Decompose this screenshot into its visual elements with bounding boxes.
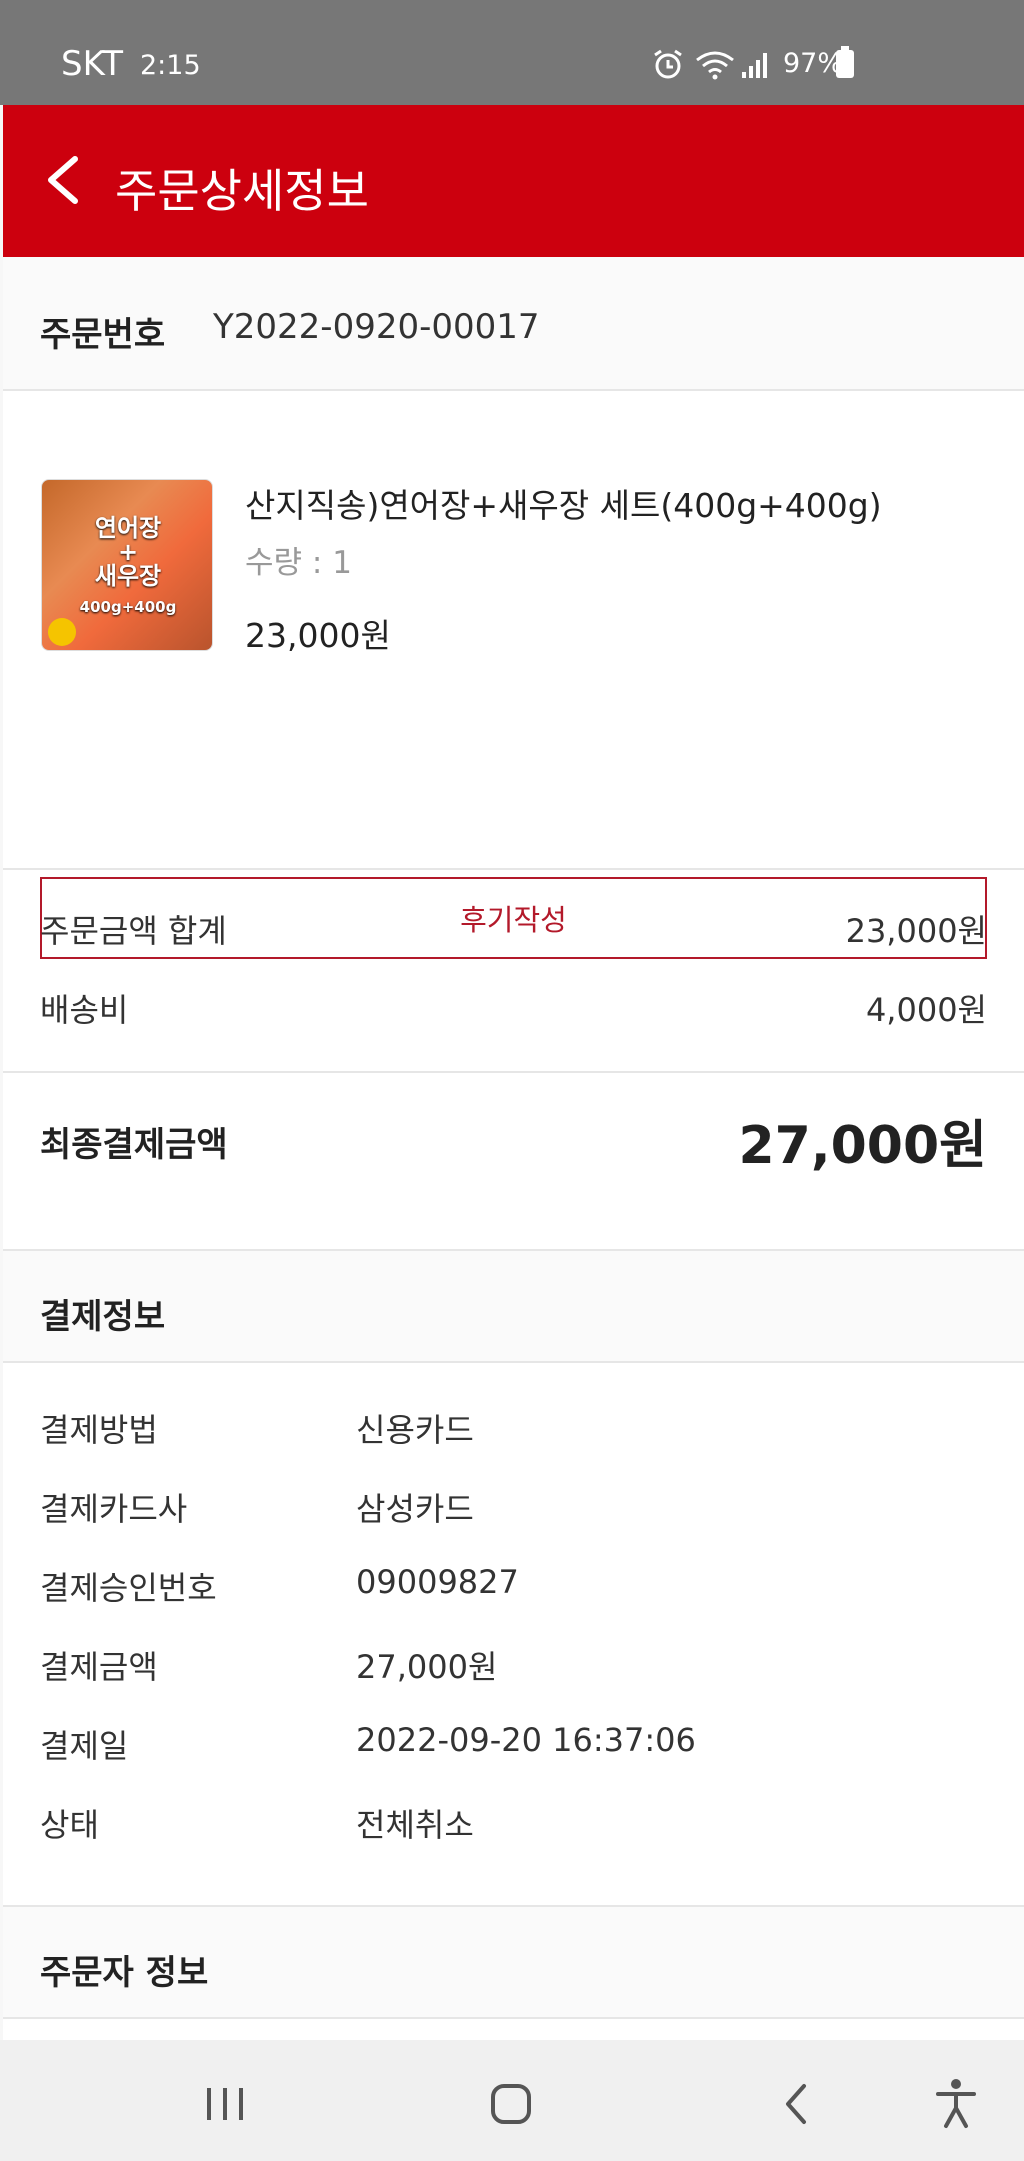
shipping-value: 4,000원 <box>865 991 987 1029</box>
amount-summary: 주문금액 합계 23,000원 배송비 4,000원 <box>3 870 1024 1073</box>
shipping-label: 배송비 <box>40 991 129 1029</box>
product-price: 23,000원 <box>245 616 391 655</box>
card-company-label: 결제카드사 <box>40 1490 188 1528</box>
orderer-info-header: 주문자 정보 <box>3 1907 1024 2019</box>
approval-number-value: 09009827 <box>356 1563 519 1601</box>
home-icon[interactable] <box>481 2074 541 2134</box>
payment-method-value: 신용카드 <box>356 1411 474 1449</box>
back-arrow-icon[interactable] <box>39 155 89 205</box>
thumbnail-weight: 400g+400g <box>79 598 177 616</box>
accessibility-icon[interactable] <box>926 2074 986 2134</box>
wifi-icon <box>696 51 734 80</box>
order-detail-content[interactable]: 주문번호 Y2022-0920-00017 연어장 + 새우장 400g+400g … <box>3 257 1024 2040</box>
payment-date-label: 결제일 <box>40 1727 129 1765</box>
payment-method-label: 결제방법 <box>40 1411 158 1449</box>
card-company-value: 삼성카드 <box>356 1490 474 1528</box>
order-number-value: Y2022-0920-00017 <box>213 307 540 347</box>
orderer-info-title: 주문자 정보 <box>40 1953 209 1993</box>
nav-back-icon[interactable] <box>766 2074 826 2134</box>
product-item: 연어장 + 새우장 400g+400g 산지직송)연어장+새우장 세트(400g+4… <box>3 391 1024 959</box>
payment-amount-label: 결제금액 <box>40 1648 158 1686</box>
status-value: 전체취소 <box>356 1806 474 1844</box>
page-title: 주문상세정보 <box>115 164 369 218</box>
alarm-icon <box>654 49 682 79</box>
final-amount-row: 최종결제금액 27,000원 <box>3 1073 1024 1251</box>
payment-info-title: 결제정보 <box>40 1297 166 1337</box>
system-navigation-bar <box>0 2040 1024 2161</box>
shipping-row: 배송비 4,000원 <box>40 985 987 1031</box>
status-bar: SKT 2:15 97% <box>0 0 1024 105</box>
thumbnail-badge <box>48 618 76 646</box>
approval-number-label: 결제승인번호 <box>40 1569 217 1607</box>
battery-level: 97% <box>783 48 844 79</box>
payment-amount-value: 27,000원 <box>356 1648 498 1686</box>
thumbnail-caption: 연어장 + 새우장 <box>94 514 162 590</box>
payment-info-list: 결제방법 신용카드 결제카드사 삼성카드 결제승인번호 09009827 결제금… <box>3 1363 1024 1907</box>
status-label: 상태 <box>40 1806 99 1844</box>
battery-icon <box>836 46 854 78</box>
order-total-row: 주문금액 합계 23,000원 <box>40 906 987 952</box>
clock: 2:15 <box>140 50 201 81</box>
signal-icon <box>742 53 767 78</box>
product-quantity: 수량 : 1 <box>245 545 352 581</box>
product-thumbnail[interactable]: 연어장 + 새우장 400g+400g <box>41 479 213 651</box>
order-total-label: 주문금액 합계 <box>40 912 227 950</box>
app-bar: 주문상세정보 <box>3 105 1024 257</box>
order-number-row: 주문번호 Y2022-0920-00017 <box>3 257 1024 391</box>
payment-info-header: 결제정보 <box>3 1251 1024 1363</box>
order-number-label: 주문번호 <box>40 315 166 355</box>
recent-apps-icon[interactable] <box>195 2074 255 2134</box>
payment-date-value: 2022-09-20 16:37:06 <box>356 1721 696 1759</box>
final-amount-value: 27,000원 <box>738 1116 987 1176</box>
order-total-value: 23,000원 <box>845 912 987 950</box>
final-amount-label: 최종결제금액 <box>40 1125 228 1165</box>
product-name[interactable]: 산지직송)연어장+새우장 세트(400g+400g) <box>245 479 882 527</box>
carrier-label: SKT <box>61 44 124 84</box>
